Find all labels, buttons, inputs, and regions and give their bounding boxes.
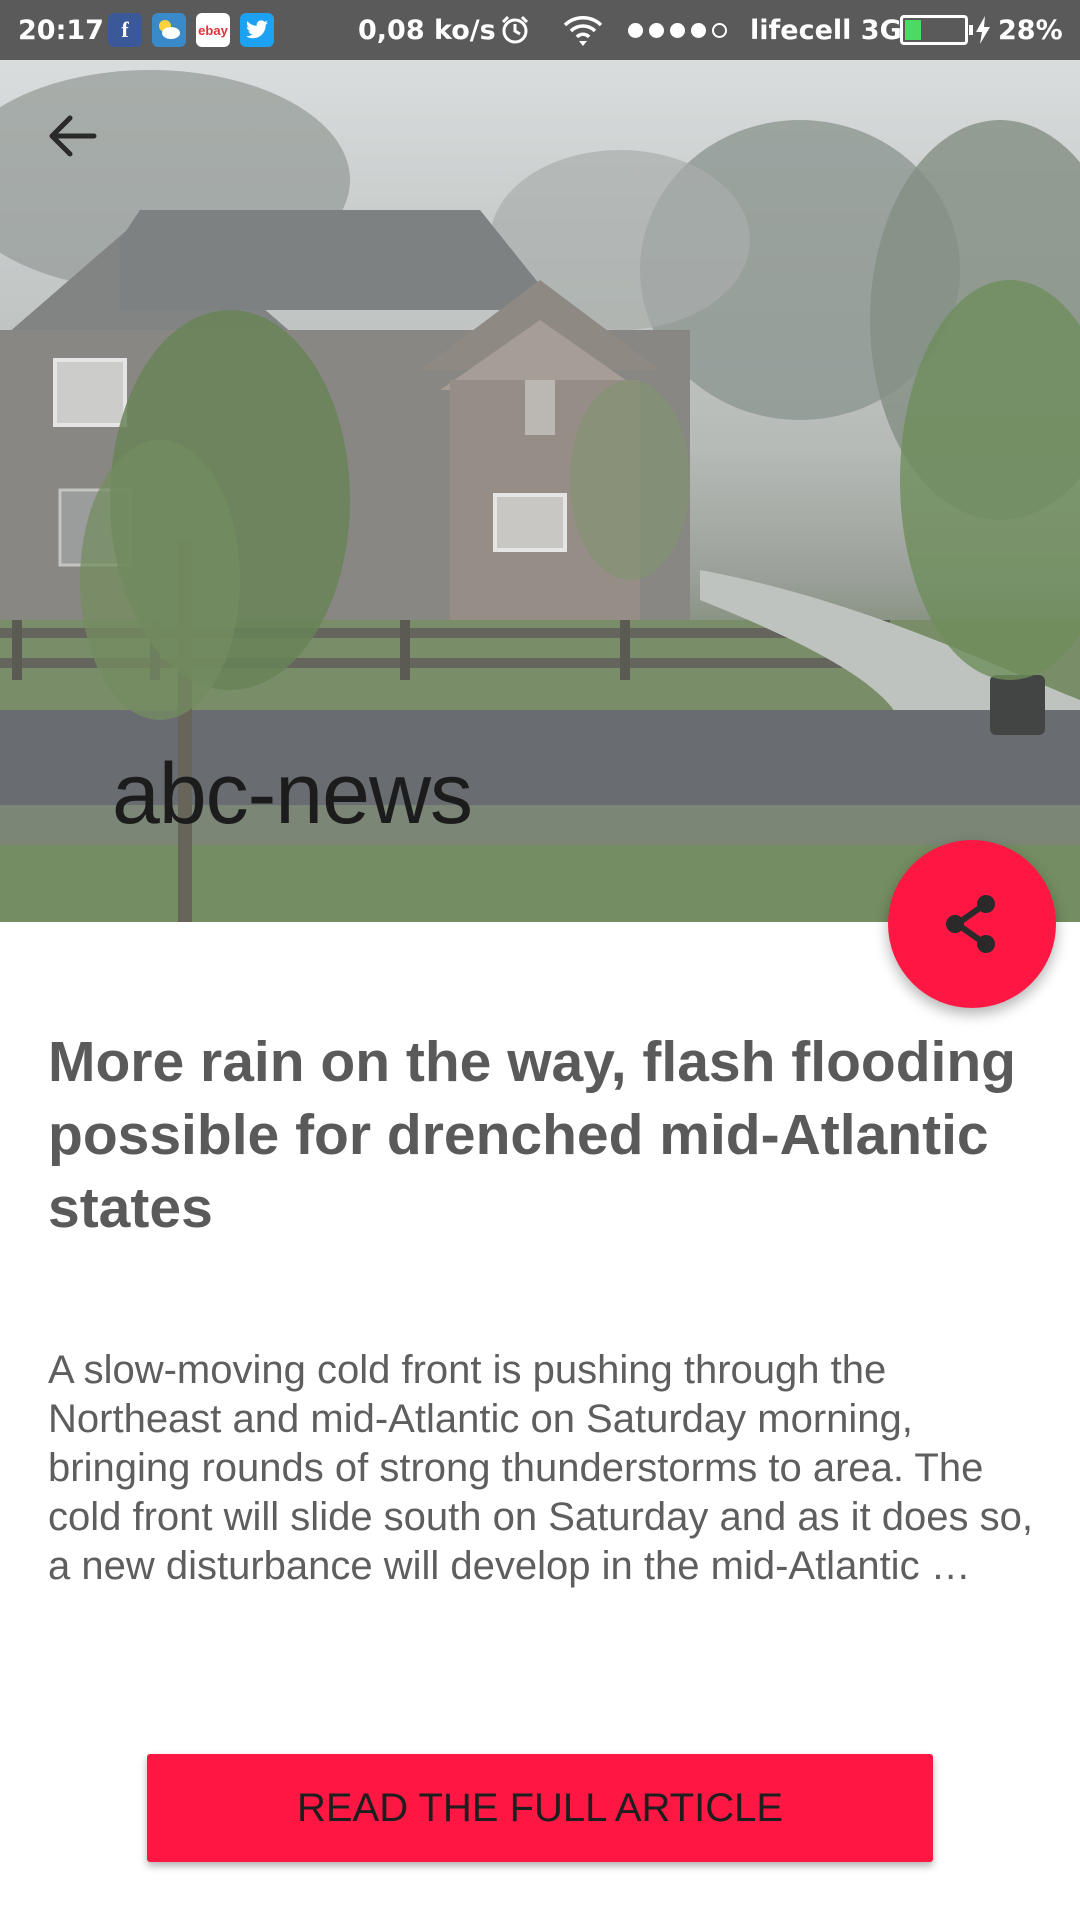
battery-status: 28% bbox=[900, 0, 1063, 60]
arrow-back-icon bbox=[49, 115, 97, 157]
alarm-icon bbox=[498, 0, 532, 60]
signal-dot bbox=[712, 22, 727, 38]
read-full-article-button[interactable]: READ THE FULL ARTICLE bbox=[147, 1754, 933, 1862]
wifi-icon bbox=[562, 0, 604, 60]
ebay-icon: ebay bbox=[196, 13, 230, 47]
battery-icon bbox=[900, 15, 973, 45]
signal-dot bbox=[649, 22, 664, 38]
back-button[interactable] bbox=[44, 108, 124, 188]
news-source-label: abc-news bbox=[112, 746, 473, 842]
facebook-icon: f bbox=[108, 13, 142, 47]
status-bar: 20:17 f ebay 0,08 ko/s lifecell 3G 28% bbox=[0, 0, 1080, 60]
notification-icons: f ebay bbox=[108, 0, 274, 60]
weather-icon bbox=[152, 13, 186, 47]
signal-dot bbox=[691, 22, 706, 38]
article-summary: A slow-moving cold front is pushing thro… bbox=[48, 1348, 1033, 1588]
share-icon bbox=[946, 895, 995, 953]
signal-dot bbox=[628, 22, 643, 38]
twitter-icon bbox=[240, 13, 274, 47]
article-title: More rain on the way, flash flooding pos… bbox=[48, 1030, 1016, 1240]
signal-strength bbox=[628, 0, 727, 60]
charging-icon bbox=[976, 16, 990, 44]
network-speed: 0,08 ko/s bbox=[358, 14, 496, 46]
signal-dot bbox=[670, 22, 685, 38]
battery-fill bbox=[905, 20, 922, 40]
carrier-name: lifecell 3G bbox=[750, 14, 902, 46]
article-hero-image: abc-news bbox=[0, 60, 1080, 922]
status-time: 20:17 bbox=[18, 14, 104, 46]
share-button[interactable] bbox=[888, 840, 1056, 1008]
battery-percent: 28% bbox=[998, 14, 1063, 46]
